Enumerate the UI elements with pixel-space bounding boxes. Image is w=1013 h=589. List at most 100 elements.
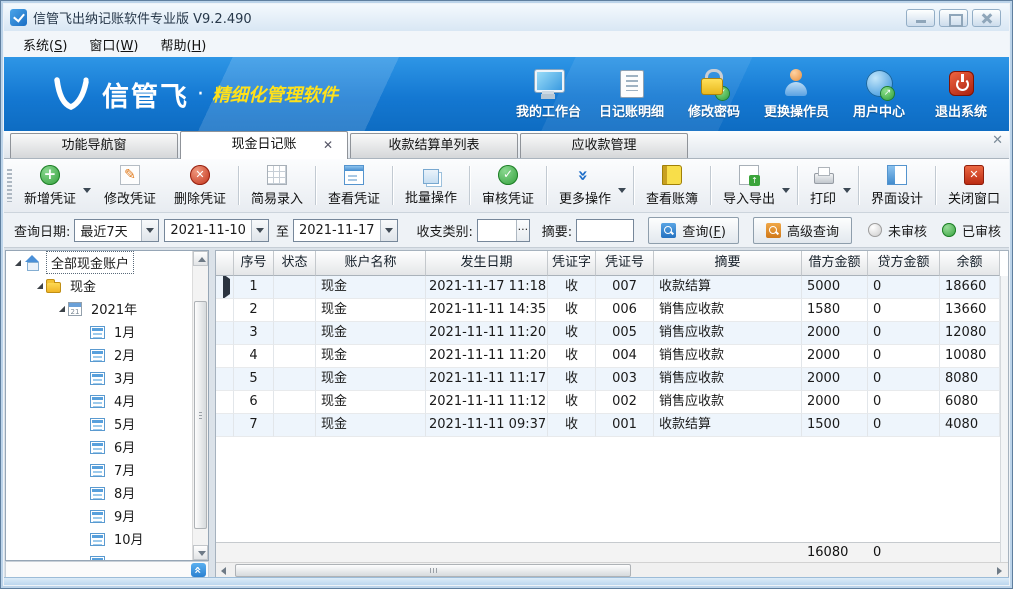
expander-icon[interactable]: ◢ [34, 281, 46, 290]
toolbar-button-batch[interactable]: 批量操作 [396, 164, 466, 208]
toolbar-button-add[interactable]: 新增凭证 [15, 162, 85, 209]
tree-item-7月[interactable]: 7月 [6, 458, 208, 481]
toolbar-button-edit[interactable]: 修改凭证 [95, 162, 165, 209]
chevron-down-icon[interactable] [141, 220, 158, 241]
cell-9: 0 [868, 322, 940, 345]
banner-action-workbench[interactable]: 我的工作台 [516, 69, 581, 120]
menu-item-1[interactable]: 系统(S) [12, 32, 78, 57]
table-row[interactable]: 6现金2021-11-11 11:12收002销售应收款200006080 [216, 391, 1000, 414]
toolbar-button-grid[interactable]: 简易录入 [242, 162, 312, 209]
banner-action-usercenter[interactable]: ↗用户中心 [847, 69, 911, 120]
minimize-button[interactable] [906, 9, 935, 27]
column-header-10[interactable]: 余额 [940, 251, 1000, 276]
scroll-left-icon[interactable] [216, 563, 232, 578]
table-vertical-scrollbar[interactable] [1000, 276, 1008, 562]
category-input[interactable] [478, 221, 516, 240]
cell-10: 8080 [940, 368, 1000, 391]
toolbar-button-book[interactable]: 查看账簿 [637, 162, 707, 209]
table-row[interactable]: 3现金2021-11-11 11:20收005销售应收款2000012080 [216, 322, 1000, 345]
browse-ellipsis-button[interactable]: ··· [516, 220, 529, 241]
tree-item-clipped[interactable] [6, 550, 208, 561]
chevron-down-icon[interactable] [618, 188, 626, 193]
table-row[interactable]: 4现金2021-11-11 11:20收004销售应收款2000010080 [216, 345, 1000, 368]
toolbar-button-delete[interactable]: 删除凭证 [165, 162, 235, 209]
toolbar-button-print[interactable]: 打印 [801, 162, 845, 209]
tabstrip-close-icon[interactable]: ✕ [992, 133, 1003, 148]
advanced-query-button[interactable]: 高级查询 [753, 217, 852, 244]
tree-item-1月[interactable]: 1月 [6, 320, 208, 343]
tree-scroll-thumb[interactable] [194, 301, 207, 529]
chevron-down-icon[interactable] [251, 220, 268, 241]
tree-item-6月[interactable]: 6月 [6, 435, 208, 458]
chevron-down-icon[interactable] [843, 188, 851, 193]
column-header-7[interactable]: 摘要 [654, 251, 802, 276]
table-row[interactable]: 5现金2021-11-11 11:17收003销售应收款200008080 [216, 368, 1000, 391]
banner-action-operator[interactable]: 更换操作员 [764, 69, 829, 120]
tree-item-8月[interactable]: 8月 [6, 481, 208, 504]
scroll-down-icon[interactable] [193, 545, 208, 560]
banner-action-exit[interactable]: 退出系统 [929, 69, 993, 120]
tab-close-icon[interactable]: ✕ [321, 138, 335, 152]
summary-input[interactable] [577, 221, 633, 240]
hscroll-thumb[interactable] [235, 564, 631, 577]
table-row[interactable]: 7现金2021-11-11 09:37收001收款结算150004080 [216, 414, 1000, 437]
column-header-marker[interactable] [216, 251, 234, 276]
toolbar-button-closewin[interactable]: 关闭窗口 [939, 162, 1009, 209]
table-horizontal-scrollbar[interactable] [216, 562, 1008, 578]
cell-3: 现金 [316, 299, 426, 322]
chevron-down-icon[interactable] [83, 188, 91, 193]
maximize-button[interactable] [939, 9, 968, 27]
toolbar-button-uidesign[interactable]: 界面设计 [862, 162, 932, 209]
scroll-right-icon[interactable] [992, 563, 1008, 578]
toolbar-button-viewdoc[interactable]: 查看凭证 [319, 162, 389, 209]
tab-1[interactable]: 功能导航窗 [10, 133, 178, 158]
expander-icon[interactable]: ◢ [56, 304, 68, 313]
tree-item-10月[interactable]: 10月 [6, 527, 208, 550]
toolbar-separator [315, 166, 316, 205]
tab-label: 现金日记账 [231, 137, 296, 152]
collapse-panel-icon[interactable] [191, 563, 206, 577]
column-header-5[interactable]: 凭证字 [548, 251, 596, 276]
toolbar-button-audit[interactable]: 审核凭证 [473, 162, 543, 209]
toolbar-button-more[interactable]: 更多操作 [550, 162, 620, 209]
toolbar-button-io[interactable]: ↑导入导出 [714, 162, 784, 209]
tab-4[interactable]: 应收款管理 [520, 133, 688, 158]
close-button[interactable] [972, 9, 1001, 27]
chevron-down-icon[interactable] [380, 220, 397, 241]
column-header-2[interactable]: 状态 [274, 251, 316, 276]
table-row[interactable]: 2现金2021-11-11 14:35收006销售应收款1580013660 [216, 299, 1000, 322]
date-from-select[interactable]: 2021-11-10 [164, 219, 269, 242]
column-header-4[interactable]: 发生日期 [426, 251, 548, 276]
tree-item-2021年[interactable]: ◢2021年 [6, 297, 208, 320]
banner-action-password[interactable]: ✓修改密码 [682, 69, 746, 120]
tree-item-5月[interactable]: 5月 [6, 412, 208, 435]
tree-item-9月[interactable]: 9月 [6, 504, 208, 527]
tree-item-label: 8月 [110, 482, 139, 503]
tree-item-全部现金账户[interactable]: ◢全部现金账户 [6, 251, 208, 274]
tree-item-3月[interactable]: 3月 [6, 366, 208, 389]
tab-3[interactable]: 收款结算单列表 [350, 133, 518, 158]
table-row[interactable]: 1现金2021-11-17 11:18收007收款结算5000018660 [216, 276, 1000, 299]
menu-item-3[interactable]: 帮助(H) [149, 32, 217, 57]
date-to-select[interactable]: 2021-11-17 [293, 219, 398, 242]
menu-item-2[interactable]: 窗口(W) [78, 32, 149, 57]
tree-item-现金[interactable]: ◢现金 [6, 274, 208, 297]
column-header-3[interactable]: 账户名称 [316, 251, 426, 276]
cell-5: 收 [548, 299, 596, 322]
tree-item-4月[interactable]: 4月 [6, 389, 208, 412]
column-header-8[interactable]: 借方金额 [802, 251, 868, 276]
column-header-6[interactable]: 凭证号 [596, 251, 654, 276]
column-header-1[interactable]: 序号 [234, 251, 274, 276]
chevron-down-icon[interactable] [782, 188, 790, 193]
banner-action-journal[interactable]: 日记账明细 [599, 69, 664, 120]
tree-item-2月[interactable]: 2月 [6, 343, 208, 366]
toolbar-grip-handle[interactable] [7, 169, 12, 202]
tab-2[interactable]: 现金日记账 ✕ [180, 131, 348, 159]
scroll-up-icon[interactable] [193, 251, 208, 266]
query-button[interactable]: 查询(F) [648, 217, 739, 244]
date-to-label: 至 [276, 221, 289, 240]
column-header-9[interactable]: 贷方金额 [868, 251, 940, 276]
tree-vertical-scrollbar[interactable] [192, 251, 208, 560]
date-preset-select[interactable]: 最近7天 [74, 219, 159, 242]
expander-icon[interactable]: ◢ [12, 258, 24, 267]
